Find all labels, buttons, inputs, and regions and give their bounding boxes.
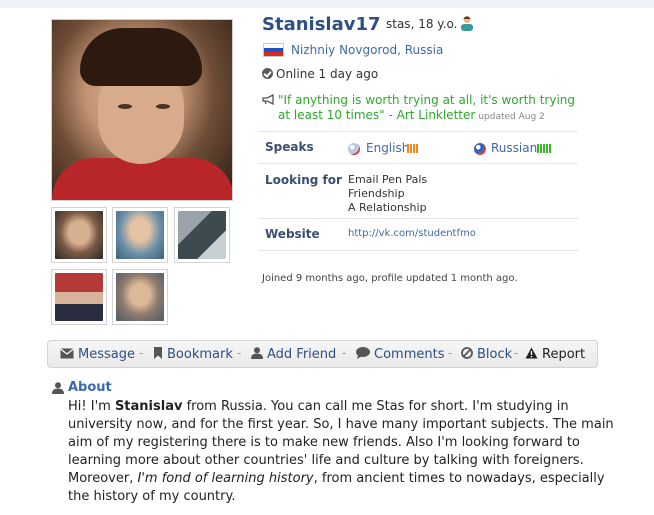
divider xyxy=(258,250,578,251)
separator: - xyxy=(237,346,242,360)
warning-icon xyxy=(525,347,538,359)
block-icon xyxy=(461,347,473,359)
joined-info: Joined 9 months ago, profile updated 1 m… xyxy=(262,273,518,284)
separator: - xyxy=(342,346,347,360)
block-label: Block xyxy=(477,347,513,362)
status-quote: "If anything is worth trying at all, it'… xyxy=(278,93,578,125)
profile-username: Stanislav17 xyxy=(262,14,381,35)
profile-location: Nizhniy Novgorod, Russia xyxy=(291,43,443,57)
about-emphasis: I'm fond of learning history xyxy=(137,471,314,486)
profile-age: stas, 18 y.o. xyxy=(386,17,458,31)
comments-label: Comments xyxy=(374,347,445,362)
globe-russian-icon xyxy=(474,143,486,155)
english-level-bars xyxy=(407,144,418,153)
add-friend-button[interactable]: Add Friend xyxy=(251,347,336,362)
page-top-bar xyxy=(0,0,654,8)
photo-thumbnail[interactable] xyxy=(174,207,230,263)
separator: - xyxy=(448,346,453,360)
bookmark-button[interactable]: Bookmark xyxy=(153,347,233,362)
russian-level-bars xyxy=(537,144,551,153)
speaks-label: Speaks xyxy=(265,140,314,154)
about-name: Stanislav xyxy=(114,399,183,414)
location-separator: , xyxy=(397,43,405,57)
looking-for-label: Looking for xyxy=(265,173,342,187)
looking-for-item: Email Pen Pals xyxy=(348,173,428,186)
russia-flag-icon xyxy=(263,43,284,57)
profile-main-photo[interactable] xyxy=(51,19,233,201)
photo-thumbnail[interactable] xyxy=(51,207,107,263)
looking-for-item: Friendship xyxy=(348,187,405,200)
report-button[interactable]: Report xyxy=(525,347,585,362)
online-status: Online 1 day ago xyxy=(276,67,379,81)
separator: - xyxy=(514,346,519,360)
check-circle-icon xyxy=(262,68,273,79)
website-link[interactable]: http://vk.com/studentfmo xyxy=(348,228,476,239)
about-text: Hi! I'm Stanislav from Russia. You can c… xyxy=(68,398,628,506)
male-user-icon xyxy=(461,16,473,31)
photo-thumbnail[interactable] xyxy=(112,269,168,325)
block-button[interactable]: Block xyxy=(461,347,512,362)
user-icon xyxy=(251,347,263,359)
country-link[interactable]: Russia xyxy=(405,43,444,57)
profile-action-bar: Message - Bookmark - Add Friend - Commen… xyxy=(47,340,598,368)
comment-icon xyxy=(356,347,370,359)
bookmark-label: Bookmark xyxy=(167,347,233,362)
divider xyxy=(258,131,578,132)
language-english[interactable]: English xyxy=(366,141,409,155)
photo-thumbnail[interactable] xyxy=(112,207,168,263)
looking-for-list: Email Pen Pals Friendship A Relationship xyxy=(348,173,427,215)
bookmark-icon xyxy=(154,347,162,359)
report-label: Report xyxy=(542,347,586,362)
divider xyxy=(258,163,578,164)
photo-thumbnail[interactable] xyxy=(51,269,107,325)
envelope-icon xyxy=(60,348,74,359)
message-button[interactable]: Message xyxy=(60,347,135,362)
add-friend-label: Add Friend xyxy=(267,347,337,362)
looking-for-item: A Relationship xyxy=(348,201,427,214)
message-label: Message xyxy=(78,347,135,362)
separator: - xyxy=(139,346,144,360)
quote-updated: updated Aug 2 xyxy=(478,112,545,122)
about-title: About xyxy=(68,380,112,395)
user-icon xyxy=(52,382,64,394)
language-russian[interactable]: Russian xyxy=(491,141,537,155)
city-link[interactable]: Nizhniy Novgorod xyxy=(291,43,397,57)
globe-english-icon xyxy=(348,143,360,155)
website-label: Website xyxy=(265,227,320,241)
megaphone-icon xyxy=(262,94,274,105)
divider xyxy=(258,218,578,219)
about-text-part: Hi! I'm xyxy=(68,399,115,414)
comments-button[interactable]: Comments xyxy=(356,347,444,362)
